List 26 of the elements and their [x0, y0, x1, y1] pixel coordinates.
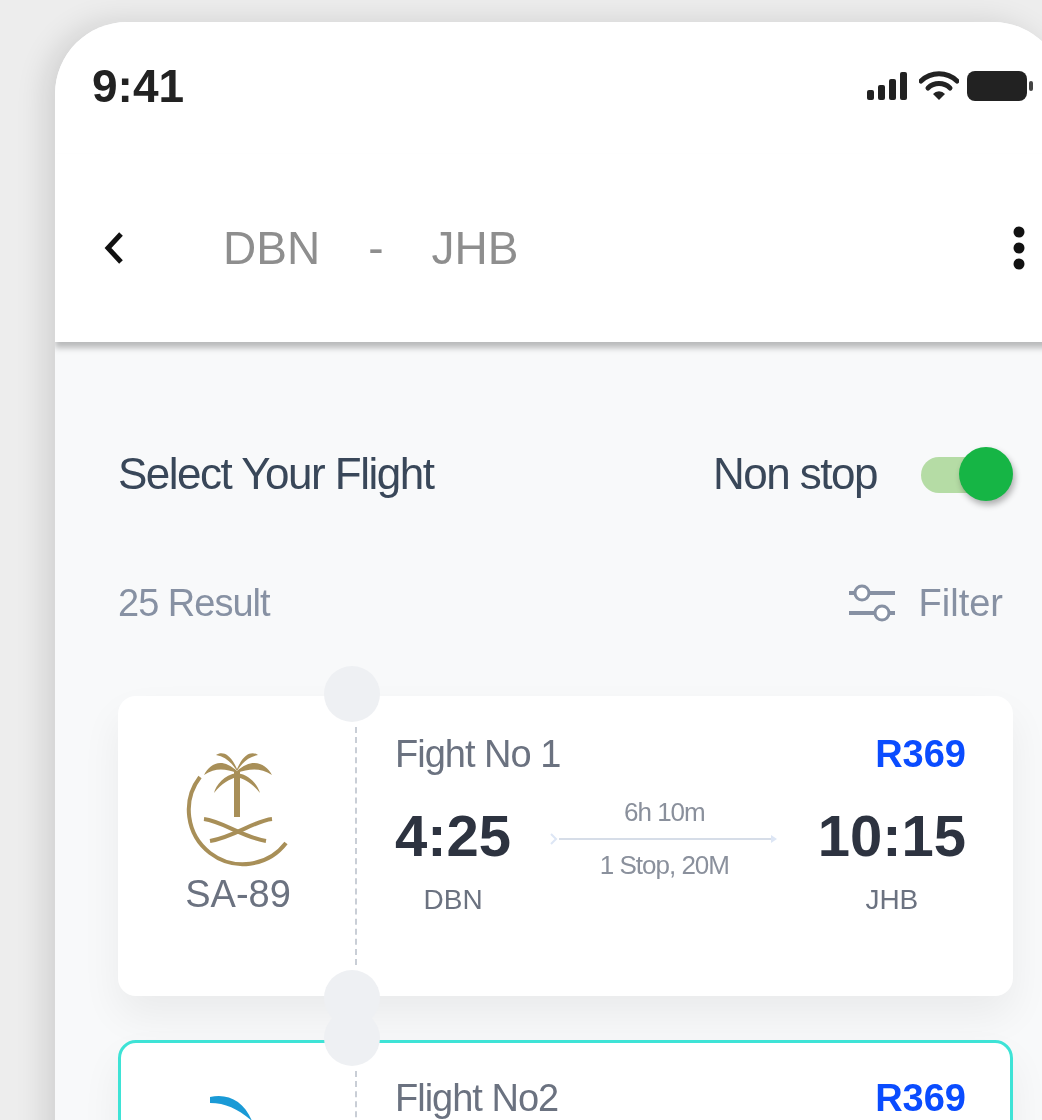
- sliders-icon: [848, 584, 895, 622]
- flight-name: Flight No2: [395, 1079, 559, 1117]
- departure-airport: DBN: [423, 883, 483, 917]
- route-separator: -: [368, 220, 384, 276]
- flight-name: Fight No 1: [395, 735, 561, 773]
- departure-time: 4:25: [395, 807, 512, 865]
- route-origin: DBN: [223, 220, 321, 276]
- flight-card[interactable]: Flight No2 R369: [118, 1040, 1013, 1120]
- arrival-airport: JHB: [865, 883, 919, 917]
- wifi-icon: [919, 71, 959, 101]
- non-stop-toggle[interactable]: [921, 447, 1013, 501]
- battery-icon: [967, 71, 1033, 101]
- status-time: 9:41: [92, 58, 185, 114]
- flight-card[interactable]: SA-89 Fight No 1 R369 4:25 DBN 6h 10m 1 Stop, 20M 10:15 JHB: [118, 696, 1013, 996]
- flight-stops: 1 Stop, 20M: [599, 849, 729, 882]
- back-chevron-icon[interactable]: [103, 231, 125, 265]
- flight-price: R369: [875, 735, 966, 773]
- arrival-time: 10:15: [817, 807, 966, 865]
- route-destination: JHB: [431, 220, 519, 276]
- flight-duration: 6h 10m: [624, 796, 705, 829]
- flight-price: R369: [875, 1079, 966, 1117]
- result-count: 25 Result: [118, 580, 270, 626]
- flight-code: SA-89: [185, 875, 291, 913]
- non-stop-label: Non stop: [712, 448, 877, 500]
- page-title: Select Your Flight: [118, 448, 434, 500]
- more-menu-icon[interactable]: [1013, 226, 1025, 270]
